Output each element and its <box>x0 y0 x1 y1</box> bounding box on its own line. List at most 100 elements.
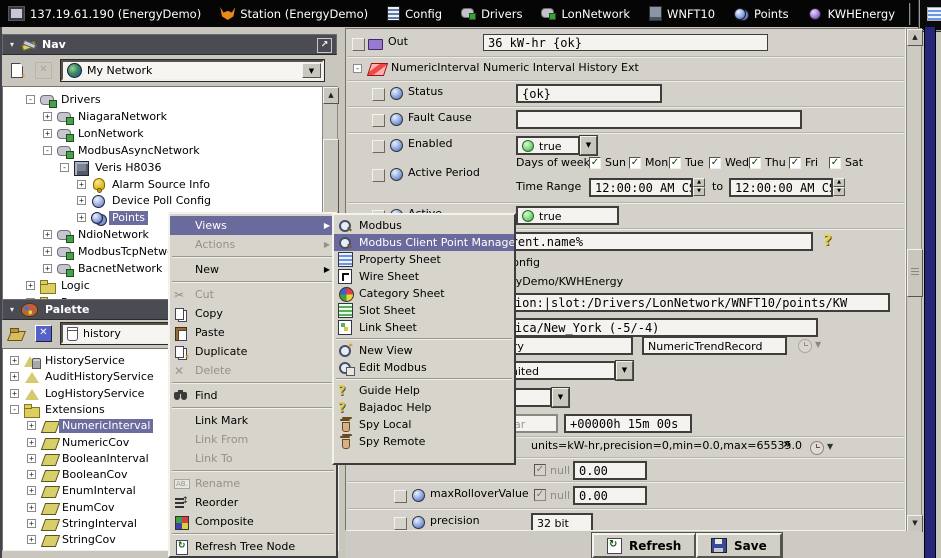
toolbar-item-lonnetwork[interactable]: LonNetwork <box>541 7 630 21</box>
submenu-wire-sheet[interactable]: Wire Sheet <box>334 268 514 285</box>
collapse-icon[interactable]: - <box>26 95 35 104</box>
toolbar-item-wnft10[interactable]: WNFT10 <box>649 6 715 21</box>
expand-icon[interactable]: + <box>77 180 86 189</box>
collapse-icon[interactable]: - <box>353 64 362 73</box>
collapse-icon[interactable]: - <box>43 146 52 155</box>
submenu-guide-help[interactable]: Guide Help <box>334 382 514 399</box>
expand-icon[interactable]: + <box>43 230 52 239</box>
submenu-slot-sheet[interactable]: Slot Sheet <box>334 302 514 319</box>
scroll-down-icon[interactable]: ▼ <box>907 515 923 532</box>
collapse-icon[interactable]: - <box>10 405 19 414</box>
save-button[interactable]: Save <box>696 533 782 558</box>
chevron-down-icon[interactable]: ▼ <box>827 442 833 451</box>
nav-tree-item-veris-h8036[interactable]: -Veris H8036 <box>3 160 323 177</box>
history-source-field[interactable]: station:|slot:/Drivers/LonNetwork/WNFT10… <box>480 293 890 312</box>
chevron-down-icon[interactable]: ▼ <box>580 136 597 155</box>
nav-tree-item-modbusasyncnetwork[interactable]: -ModbusAsyncNetwork <box>3 143 323 160</box>
slot-checkbox[interactable] <box>394 517 407 530</box>
day-checkbox-mon[interactable]: ✓ <box>629 157 641 169</box>
expand-icon[interactable]: + <box>43 264 52 273</box>
submenu-modbus[interactable]: Modbus <box>334 217 514 234</box>
slot-checkbox[interactable] <box>372 88 385 101</box>
expand-icon[interactable]: + <box>26 281 35 290</box>
submenu-link-sheet[interactable]: Link Sheet <box>334 319 514 336</box>
collapse-icon[interactable]: - <box>60 163 69 172</box>
time-from-spinner[interactable]: ▲▼ <box>693 178 705 197</box>
close-palette-button[interactable]: ✕ <box>35 325 52 342</box>
time-to-spinner[interactable]: ▲▼ <box>833 178 845 197</box>
day-checkbox-fri[interactable]: ✓ <box>789 157 801 169</box>
slot-checkbox[interactable] <box>372 140 385 153</box>
history-name-field[interactable]: %parent.name% <box>483 232 813 251</box>
day-checkbox-wed[interactable]: ✓ <box>709 157 721 169</box>
day-checkbox-sun[interactable]: ✓ <box>589 157 601 169</box>
expand-icon[interactable]: + <box>27 503 36 512</box>
null-checkbox[interactable]: ✓ <box>534 489 546 501</box>
interval-value-field[interactable]: +00000h 15m 00s <box>564 414 692 433</box>
submenu-spy-remote[interactable]: Spy Remote <box>334 433 514 450</box>
expand-icon[interactable]: + <box>27 470 36 479</box>
nav-panel-header[interactable]: ▾ Nav ↗ <box>2 34 337 55</box>
expand-icon[interactable]: + <box>27 486 36 495</box>
toolbar-item-config[interactable]: Config <box>387 6 442 21</box>
nav-tree-item-lonnetwork[interactable]: +LonNetwork <box>3 126 323 143</box>
view-selector[interactable]: Property Sheet ▾ <box>919 0 941 31</box>
expand-icon[interactable]: + <box>27 421 36 430</box>
expand-icon[interactable]: + <box>43 129 52 138</box>
expand-icon[interactable]: + <box>77 213 86 222</box>
property-scrollbar-thumb[interactable] <box>907 249 923 297</box>
context-menu-views[interactable]: Views▶ <box>170 216 336 235</box>
fault-cause-field[interactable] <box>516 110 802 129</box>
toolbar-item-points[interactable]: Points <box>734 7 789 21</box>
chevron-down-icon[interactable]: ▼ <box>616 361 633 380</box>
enabled-dropdown[interactable]: true <box>516 136 580 155</box>
expand-icon[interactable]: + <box>27 535 36 544</box>
submenu-property-sheet[interactable]: Property Sheet <box>334 251 514 268</box>
slot-checkbox[interactable] <box>372 169 385 182</box>
context-menu-reorder[interactable]: Reorder <box>170 493 336 512</box>
chevron-down-icon[interactable]: ▼ <box>552 388 569 407</box>
submenu-bajadoc-help[interactable]: Bajadoc Help <box>334 399 514 416</box>
context-menu-duplicate[interactable]: Duplicate <box>170 342 336 361</box>
collapse-arrow-icon[interactable]: ▾ <box>10 40 14 49</box>
context-menu-copy[interactable]: Copy <box>170 304 336 323</box>
facets-more-button[interactable]: » <box>783 437 791 452</box>
nav-root-selector[interactable]: My Network ▼ <box>61 60 324 81</box>
slot-checkbox[interactable] <box>394 490 407 503</box>
expand-icon[interactable]: + <box>43 112 52 121</box>
property-scrollbar[interactable]: ▲ ▼ <box>906 28 922 531</box>
maximize-icon[interactable]: ↗ <box>317 38 332 53</box>
day-checkbox-thu[interactable]: ✓ <box>749 157 761 169</box>
nav-tree-item-device-poll-config[interactable]: +Device Poll Config <box>3 193 323 210</box>
max-rollover-field[interactable]: 0.00 <box>573 486 647 505</box>
nav-tree-item-niagaranetwork[interactable]: +NiagaraNetwork <box>3 109 323 126</box>
expand-icon[interactable]: + <box>27 519 36 528</box>
expand-icon[interactable]: + <box>27 454 36 463</box>
submenu-category-sheet[interactable]: Category Sheet <box>334 285 514 302</box>
null-checkbox[interactable]: ✓ <box>534 464 546 476</box>
expand-icon[interactable]: + <box>27 438 36 447</box>
expand-icon[interactable]: + <box>10 389 19 398</box>
submenu-edit-modbus[interactable]: Edit Modbus <box>334 359 514 376</box>
scroll-up-icon[interactable]: ▲ <box>323 87 339 104</box>
context-menu-new[interactable]: New▶ <box>170 260 336 279</box>
submenu-spy-local[interactable]: Spy Local <box>334 416 514 433</box>
slot-checkbox[interactable] <box>372 114 385 127</box>
toolbar-item-137-19-61-190-energydemo[interactable]: 137.19.61.190 (EnergyDemo) <box>8 6 201 21</box>
context-menu-composite[interactable]: Composite <box>170 512 336 531</box>
time-from-field[interactable]: 12:00:00 AM CST <box>589 178 693 197</box>
context-menu-refresh-tree-node[interactable]: Refresh Tree Node <box>170 537 336 556</box>
context-menu-paste[interactable]: Paste <box>170 323 336 342</box>
context-menu-link-mark[interactable]: Link Mark <box>170 411 336 430</box>
expand-icon[interactable]: + <box>43 247 52 256</box>
scroll-up-icon[interactable]: ▲ <box>907 29 923 46</box>
timezone-field[interactable]: America/New_York (-5/-4) <box>480 318 818 337</box>
open-palette-icon[interactable] <box>9 326 26 341</box>
min-rollover-field[interactable]: 0.00 <box>573 461 647 480</box>
refresh-button[interactable]: Refresh <box>592 533 696 558</box>
expand-icon[interactable]: + <box>10 356 19 365</box>
context-menu-find[interactable]: Find <box>170 386 336 405</box>
history-clock-icon[interactable] <box>810 441 824 455</box>
slot-checkbox[interactable] <box>352 38 365 51</box>
time-to-field[interactable]: 12:00:00 AM CST <box>729 178 833 197</box>
